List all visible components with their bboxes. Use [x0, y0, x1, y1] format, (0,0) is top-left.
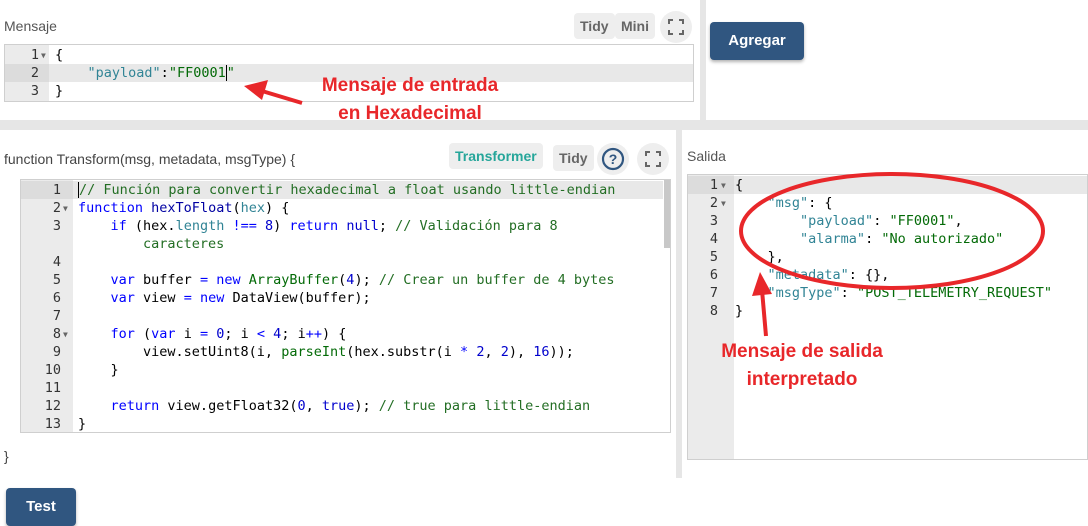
input-annotation-line1: Mensaje de entrada — [321, 75, 499, 96]
ellipse-highlight — [739, 172, 1045, 290]
output-annotation: Mensaje de salida interpretado — [700, 338, 904, 394]
arrow-icon — [752, 272, 772, 337]
output-annotation-line2: interpretado — [746, 369, 858, 390]
arrow-icon — [244, 80, 303, 105]
output-annotation-line1: Mensaje de salida — [721, 341, 883, 362]
annotation-overlay — [244, 80, 1045, 337]
input-annotation-line2: en Hexadecimal — [338, 103, 482, 124]
input-annotation: Mensaje de entrada en Hexadecimal — [300, 72, 520, 128]
